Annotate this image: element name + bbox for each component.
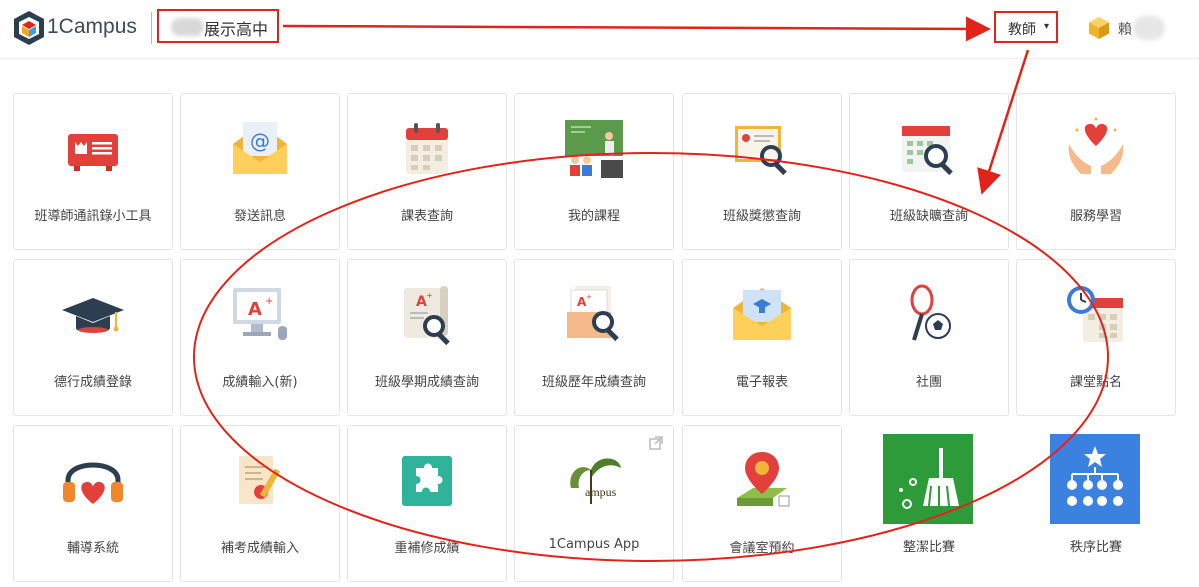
certificate-search-icon xyxy=(735,126,787,176)
app-label: 整潔比賽 xyxy=(902,540,955,555)
svg-text:+: + xyxy=(586,293,592,301)
svg-text:@: @ xyxy=(250,129,270,153)
header-divider xyxy=(151,12,152,44)
app-label: 發送訊息 xyxy=(233,209,286,224)
redacted-text xyxy=(1133,16,1165,40)
envelope-report-icon xyxy=(733,288,791,340)
app-tile-my-courses[interactable]: 我的課程 xyxy=(514,93,674,250)
app-tile-class-attendance[interactable]: 班級缺曠查詢 xyxy=(849,93,1009,250)
app-tile-semester-grades[interactable]: A + 班級學期成績查詢 xyxy=(347,259,507,416)
hierarchy-icon xyxy=(1050,434,1140,524)
app-tile-contact-tool[interactable]: 班導師通訊錄小工具 xyxy=(13,93,173,250)
svg-text:+: + xyxy=(265,296,273,307)
role-dropdown[interactable]: 教師 ▾ xyxy=(994,11,1058,43)
school-name: 展示高中 xyxy=(204,20,269,39)
campus-logo-icon[interactable] xyxy=(12,9,46,47)
app-logo-text: ampus xyxy=(585,485,617,499)
app-label: 課表查詢 xyxy=(400,209,453,224)
heart-hands-icon xyxy=(1068,117,1124,174)
svg-text:A: A xyxy=(248,299,262,320)
app-label: 會議室預約 xyxy=(729,541,795,556)
app-label: 班導師通訊錄小工具 xyxy=(34,209,152,224)
app-label: 班級獎懲查詢 xyxy=(722,209,801,224)
clock-calendar-icon xyxy=(1067,286,1123,342)
app-tile-historical-grades[interactable]: A + 班級歷年成績查詢 xyxy=(514,259,674,416)
scroll-search-icon: A + xyxy=(404,286,450,346)
app-label: 秩序比賽 xyxy=(1069,540,1122,555)
app-tile-conduct-grades[interactable]: 德行成績登錄 xyxy=(13,259,173,416)
app-tile-timetable[interactable]: 課表查詢 xyxy=(347,93,507,250)
folder-search-icon: A + xyxy=(567,286,619,342)
id-card-icon xyxy=(68,134,118,171)
app-tile-discipline-contest[interactable]: 秩序比賽 xyxy=(1016,425,1176,582)
app-tile-makeup-exam[interactable]: 補考成績輸入 xyxy=(180,425,340,582)
brand-name[interactable]: 1Campus xyxy=(47,15,137,39)
app-label: 班級缺曠查詢 xyxy=(889,209,968,224)
app-label: 補考成績輸入 xyxy=(220,541,299,556)
app-tile-meeting-room[interactable]: 會議室預約 xyxy=(682,425,842,582)
chevron-down-icon: ▾ xyxy=(1044,21,1050,32)
classroom-icon xyxy=(565,120,623,178)
app-label: 輔導系統 xyxy=(66,541,119,556)
computer-grade-icon: A + xyxy=(233,288,287,340)
headphones-heart-icon xyxy=(63,462,123,504)
app-label: 成績輸入(新) xyxy=(222,375,298,390)
app-label: 班級歷年成績查詢 xyxy=(541,375,646,390)
email-icon: @ xyxy=(233,122,287,174)
app-label: 德行成績登錄 xyxy=(53,375,132,390)
app-tile-clubs[interactable]: 社團 xyxy=(849,259,1009,416)
app-tile-remedial-grades[interactable]: 重補修成績 xyxy=(347,425,507,582)
role-label: 教師 xyxy=(1008,22,1036,38)
calendar-search-icon xyxy=(902,126,953,176)
app-label: 社團 xyxy=(915,375,942,390)
map-pin-icon xyxy=(737,452,790,507)
calendar-icon xyxy=(406,123,448,174)
puzzle-icon xyxy=(402,456,452,506)
app-label: 重補修成績 xyxy=(394,541,460,556)
app-label: 我的課程 xyxy=(567,209,620,224)
app-tile-e-reports[interactable]: 電子報表 xyxy=(682,259,842,416)
app-tile-class-rewards[interactable]: 班級獎懲查詢 xyxy=(682,93,842,250)
app-tile-1campus-app[interactable]: ampus 1Campus App xyxy=(514,425,674,582)
broom-icon xyxy=(883,434,973,524)
app-tile-send-message[interactable]: @ 發送訊息 xyxy=(180,93,340,250)
user-name[interactable]: 賴 xyxy=(1118,19,1132,39)
external-link-icon[interactable] xyxy=(649,436,663,450)
document-pen-icon xyxy=(239,456,281,504)
app-tile-counseling[interactable]: 輔導系統 xyxy=(13,425,173,582)
school-selector[interactable]: 展示高中 xyxy=(157,9,279,43)
top-header: 1Campus 展示高中 教師 ▾ 賴 xyxy=(0,0,1199,59)
graduation-cap-icon xyxy=(62,298,124,333)
app-tile-service-learning[interactable]: 服務學習 xyxy=(1016,93,1176,250)
app-label: 服務學習 xyxy=(1069,209,1122,224)
redacted-text xyxy=(171,18,204,36)
sports-icon xyxy=(910,284,951,341)
app-label: 電子報表 xyxy=(735,375,788,390)
app-label: 1Campus App xyxy=(548,537,640,552)
svg-text:+: + xyxy=(426,291,433,300)
app-tile-grade-input-new[interactable]: A + 成績輸入(新) xyxy=(180,259,340,416)
app-label: 課堂點名 xyxy=(1069,375,1122,390)
cube-avatar-icon[interactable] xyxy=(1087,16,1111,40)
app-label: 班級學期成績查詢 xyxy=(374,375,479,390)
campus-logo-icon xyxy=(570,458,621,504)
app-tile-roll-call[interactable]: 課堂點名 xyxy=(1016,259,1176,416)
app-tile-cleanliness-contest[interactable]: 整潔比賽 xyxy=(849,425,1009,582)
